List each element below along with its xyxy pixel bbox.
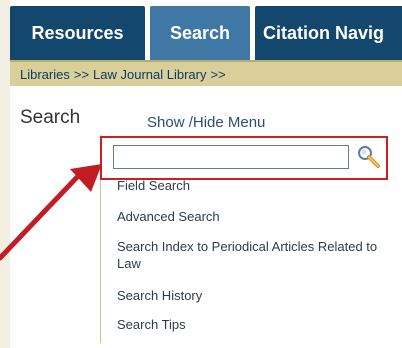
magnifier-icon (358, 146, 380, 168)
page-title: Search (20, 107, 81, 128)
search-highlight-box (100, 136, 388, 180)
menu-item-search-tips[interactable]: Search Tips (117, 316, 186, 333)
breadcrumb-separator: >> (73, 66, 90, 82)
tab-bar: Resources Search Citation Navig (10, 0, 402, 60)
menu-item-search-history[interactable]: Search History (117, 287, 202, 304)
search-icon[interactable] (356, 144, 380, 168)
menu-item-field-search[interactable]: Field Search (117, 177, 190, 194)
tab-search[interactable]: Search (150, 6, 250, 60)
tab-citation-navigator[interactable]: Citation Navig (255, 6, 402, 60)
menu-item-periodical-index[interactable]: Search Index to Periodical Articles Rela… (117, 238, 397, 272)
breadcrumb-law-journal-library[interactable]: Law Journal Library (93, 67, 206, 82)
breadcrumb: Libraries >> Law Journal Library >> (10, 60, 402, 86)
search-input[interactable] (113, 145, 349, 169)
menu-item-advanced-search[interactable]: Advanced Search (117, 208, 220, 225)
show-hide-menu-link[interactable]: Show /Hide Menu (147, 114, 265, 131)
breadcrumb-separator: >> (210, 66, 226, 82)
tab-resources[interactable]: Resources (10, 6, 145, 60)
breadcrumb-libraries[interactable]: Libraries (20, 67, 70, 82)
